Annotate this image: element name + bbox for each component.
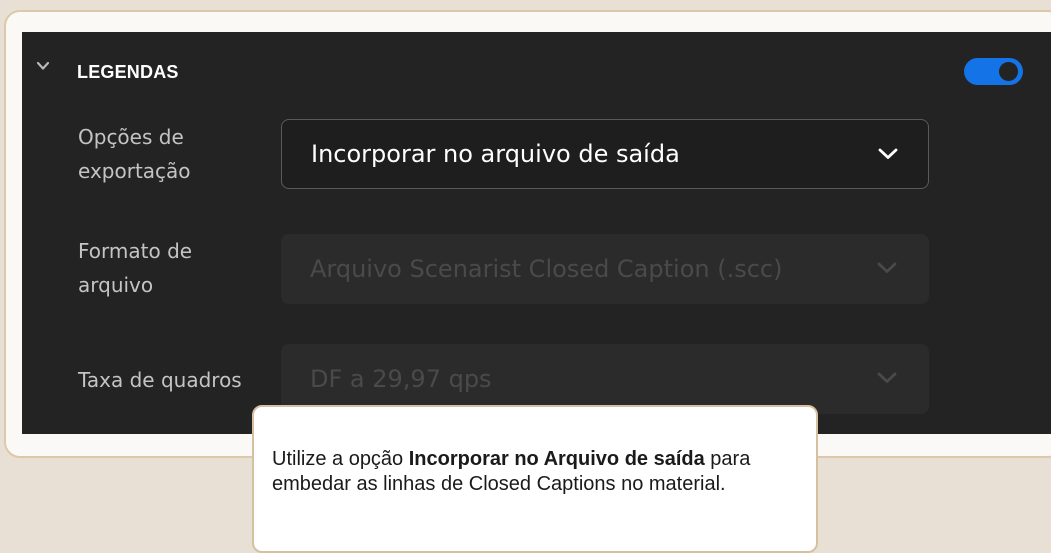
select-value: DF a 29,97 qps <box>310 365 492 393</box>
frame-rate-select: DF a 29,97 qps <box>281 344 929 414</box>
label-line: Formato de <box>78 239 193 263</box>
file-format-select: Arquivo Scenarist Closed Caption (.scc) <box>281 234 929 304</box>
chevron-down-icon[interactable] <box>35 58 51 74</box>
select-value: Arquivo Scenarist Closed Caption (.scc) <box>310 255 783 283</box>
label-line: Taxa de quadros <box>78 368 242 392</box>
chevron-down-icon <box>878 148 898 159</box>
label-line: Opções de <box>78 125 184 149</box>
export-options-label: Opções de exportação <box>78 120 191 188</box>
export-settings-panel: LEGENDAS Opções de exportação Incorporar… <box>22 32 1051 434</box>
label-line: exportação <box>78 159 191 183</box>
chevron-down-icon <box>877 262 897 273</box>
tooltip-text-before: Utilize a opção <box>272 448 409 470</box>
file-format-label: Formato de arquivo <box>78 234 192 302</box>
chevron-down-icon <box>877 372 897 383</box>
captions-toggle[interactable] <box>964 58 1023 85</box>
frame-rate-label: Taxa de quadros <box>78 363 242 397</box>
toggle-knob <box>999 62 1018 81</box>
export-options-select[interactable]: Incorporar no arquivo de saída <box>281 119 929 189</box>
tooltip-text: Utilize a opção Incorporar no Arquivo de… <box>272 447 812 497</box>
section-title[interactable]: LEGENDAS <box>77 62 179 83</box>
select-value: Incorporar no arquivo de saída <box>311 140 680 168</box>
tooltip-text-bold: Incorporar no Arquivo de saída <box>408 448 705 470</box>
callout-tooltip: Utilize a opção Incorporar no Arquivo de… <box>252 405 818 553</box>
label-line: arquivo <box>78 273 154 297</box>
